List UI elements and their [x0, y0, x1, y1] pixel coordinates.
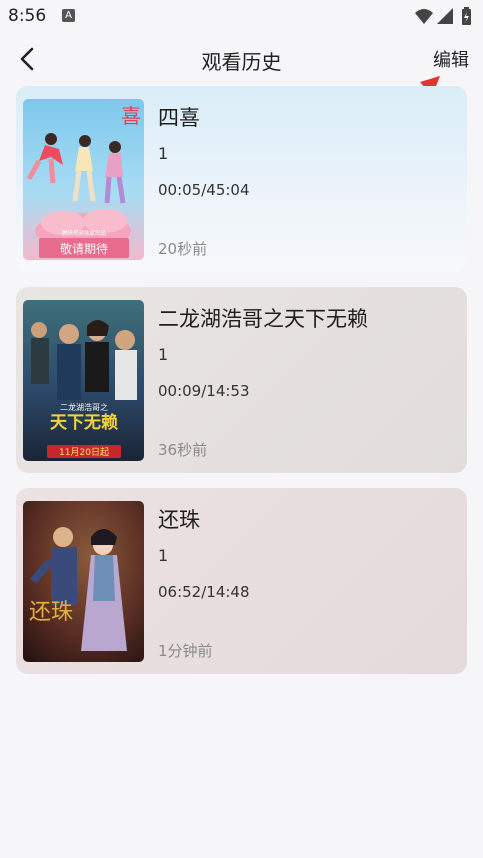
- wifi-icon: [415, 9, 433, 24]
- history-title: 还珠: [158, 508, 200, 532]
- svg-text:天下无赖: 天下无赖: [50, 412, 118, 433]
- history-title: 四喜: [158, 106, 200, 130]
- svg-text:敬请期待: 敬请期待: [60, 242, 108, 256]
- poster-image: 喜 腾讯视频独家出品 敬请期待: [23, 99, 144, 260]
- poster-image: 还珠: [23, 501, 144, 662]
- svg-text:二龙湖浩哥之: 二龙湖浩哥之: [60, 402, 108, 412]
- svg-text:喜: 喜: [121, 104, 141, 128]
- history-episode: 1: [158, 144, 169, 163]
- svg-text:11月20日起: 11月20日起: [59, 447, 109, 458]
- history-item[interactable]: 喜 腾讯视频独家出品 敬请期待 四喜 1 00:05/45:04 20秒前: [16, 86, 467, 272]
- svg-text:还珠: 还珠: [29, 600, 73, 625]
- poster-image: 二龙湖浩哥之 天下无赖 11月20日起: [23, 300, 144, 461]
- history-item[interactable]: 还珠 还珠 1 06:52/14:48 1分钟前: [16, 488, 467, 674]
- history-watched-time: 20秒前: [158, 240, 208, 258]
- svg-text:腾讯视频独家出品: 腾讯视频独家出品: [62, 229, 107, 237]
- status-icons: [415, 7, 471, 25]
- history-episode: 1: [158, 546, 169, 565]
- edit-button[interactable]: 编辑: [433, 46, 469, 72]
- notification-icon: A: [62, 9, 75, 22]
- signal-icon: [437, 8, 453, 24]
- history-watched-time: 36秒前: [158, 441, 208, 459]
- page-title: 观看历史: [201, 50, 282, 74]
- history-list: 喜 腾讯视频独家出品 敬请期待 四喜 1 00:05/45:04 20秒前 二龙…: [16, 86, 467, 689]
- history-item[interactable]: 二龙湖浩哥之 天下无赖 11月20日起 二龙湖浩哥之天下无赖 1 00:09/1…: [16, 287, 467, 473]
- status-time: 8:56: [8, 6, 47, 26]
- status-bar: 8:56 A: [0, 0, 483, 34]
- history-progress: 06:52/14:48: [158, 583, 250, 601]
- history-title: 二龙湖浩哥之天下无赖: [158, 307, 368, 331]
- history-episode: 1: [158, 345, 169, 364]
- history-watched-time: 1分钟前: [158, 642, 213, 660]
- header: 观看历史 编辑: [0, 34, 483, 84]
- history-progress: 00:05/45:04: [158, 181, 250, 199]
- battery-icon: [462, 7, 471, 25]
- history-progress: 00:09/14:53: [158, 382, 250, 400]
